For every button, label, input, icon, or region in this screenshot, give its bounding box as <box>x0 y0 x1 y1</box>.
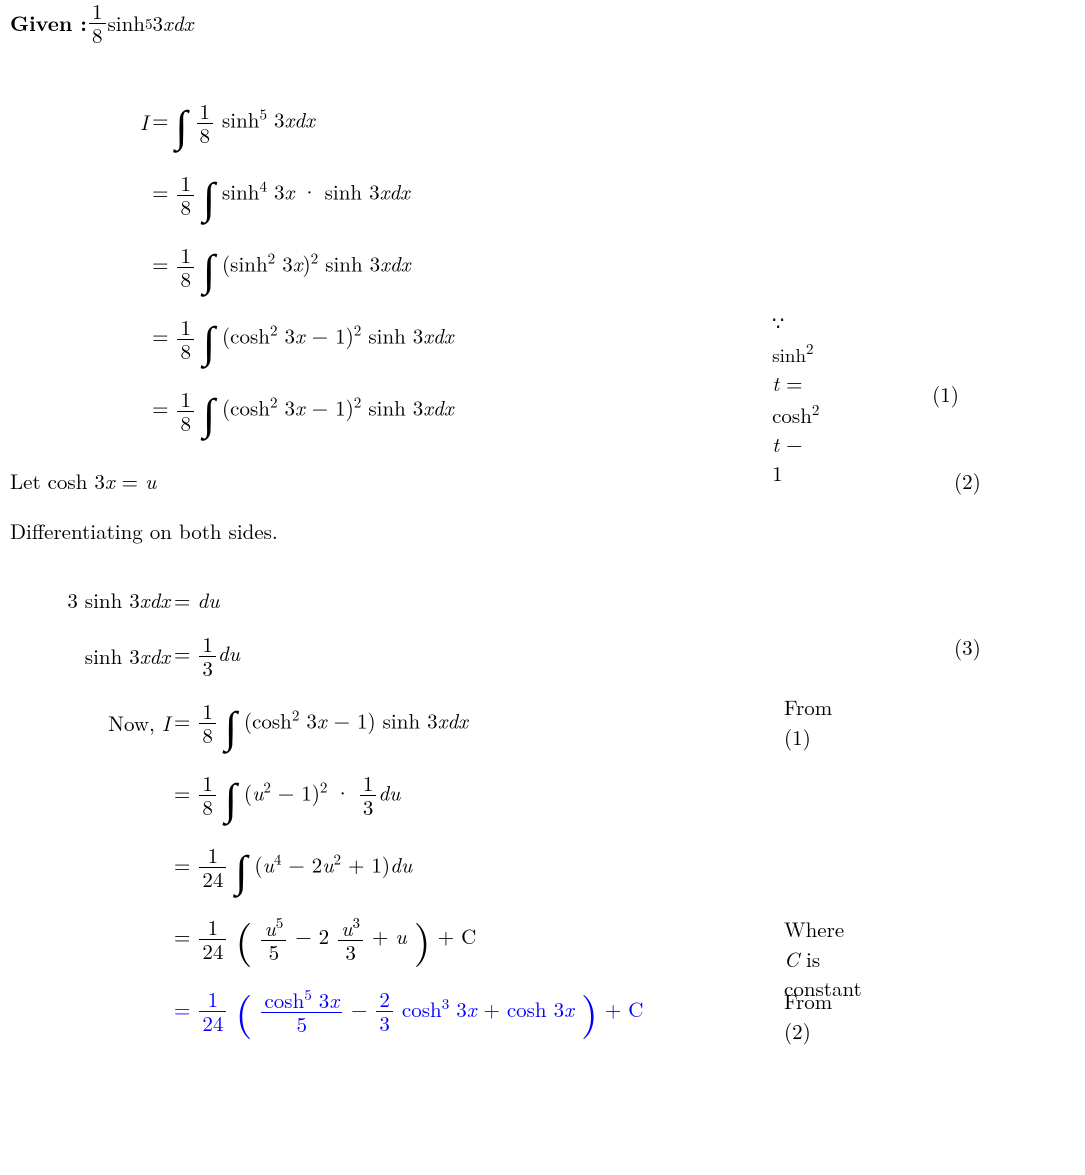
equation-row: I = ∫ 18 sinh5 3xdx <box>140 87 454 159</box>
equation-row: = 124 ∫ (u4 − 2u2 + 1)du <box>10 832 643 904</box>
equation-row: = 18 ∫ (u2 − 1)2 · 13du <box>10 760 643 832</box>
reference-note: From (1) <box>784 693 832 752</box>
math-document: Given : 1 8 sinh5 3xdx I = ∫ 18 sinh5 3x… <box>0 0 1085 1048</box>
integral-icon: ∫ <box>203 380 215 442</box>
justification-note: ∵ sinh2 t = cosh2 t − 1 <box>772 308 819 488</box>
equation-number: (1) <box>932 380 959 409</box>
integral-icon: ∫ <box>203 308 215 370</box>
integral-icon: ∫ <box>225 765 237 827</box>
integral-icon: ∫ <box>203 164 215 226</box>
equation-row: = 18 ∫ sinh4 3x · sinh 3xdx <box>140 159 454 231</box>
final-answer-row: = 124 ( cosh5 3x5 − 23 cosh3 3x + cosh 3… <box>10 976 643 1048</box>
final-answer: = 124 ( cosh5 3x5 − 23 cosh3 3x + cosh 3… <box>174 994 643 1024</box>
derivation-block-1: I = ∫ 18 sinh5 3xdx = 18 ∫ sinh4 3x · si… <box>10 87 1075 447</box>
equation-number: (3) <box>954 633 981 662</box>
integral-icon: ∫ <box>225 693 237 755</box>
integral-icon: ∫ <box>235 837 247 899</box>
equation-row: = 18 ∫ (sinh2 3x)2 sinh 3xdx <box>140 231 454 303</box>
derivation-block-2: 3 sinh 3xdx = du sinh 3xdx = 13du (3) <box>10 576 1075 1048</box>
given-line: Given : 1 8 sinh5 3xdx <box>10 0 1075 47</box>
reference-note: From (2) <box>784 987 832 1046</box>
substitution-line: Let cosh 3x = u (2) <box>10 467 1075 496</box>
equation-row: sinh 3xdx = 13du (3) <box>10 626 643 688</box>
equation-row: = 18 ∫ (cosh2 3x − 1)2 sinh 3xdx ∵ sinh2… <box>140 303 454 375</box>
integral-icon: ∫ <box>203 236 215 298</box>
equation-row: = 18 ∫ (cosh2 3x − 1)2 sinh 3xdx (1) <box>140 375 454 447</box>
equation-row: 3 sinh 3xdx = du <box>10 576 643 626</box>
differentiation-text: Differentiating on both sides. <box>10 517 1075 546</box>
fraction: 1 8 <box>89 0 106 47</box>
integral-icon: ∫ <box>175 92 187 154</box>
equation-row: Now, I = 18 ∫ (cosh2 3x − 1) sinh 3xdx F… <box>10 688 643 760</box>
equation-row: = 124 ( u55 − 2 u33 + u ) + C Where C is… <box>10 904 643 976</box>
equation-number: (2) <box>954 467 981 496</box>
given-label: Given : <box>10 9 87 38</box>
